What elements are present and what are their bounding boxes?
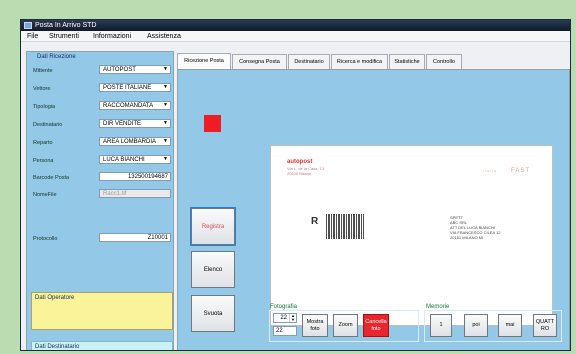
nomefile-input: Racc1.tif bbox=[99, 189, 171, 198]
menu-assistenza[interactable]: Assistenza bbox=[147, 31, 181, 42]
destinatario-combo[interactable]: DIR VENDITE ▼ bbox=[99, 119, 171, 128]
status-indicator bbox=[204, 115, 221, 132]
svuota-button[interactable]: Svuota bbox=[191, 295, 235, 332]
mittente-combo[interactable]: AUTOPOST ▼ bbox=[99, 65, 171, 74]
label-tipologia: Tipologia bbox=[33, 104, 56, 110]
tipologia-combo[interactable]: RACCOMANDATA ▼ bbox=[99, 101, 171, 110]
photo-index-input[interactable]: 22 bbox=[273, 326, 297, 336]
dropdown-arrow-icon[interactable]: ▼ bbox=[162, 102, 169, 109]
memoria-1-button[interactable]: 1 bbox=[430, 314, 452, 337]
operatore-title: Dati Operatore bbox=[35, 295, 75, 301]
postage-stamp: Italia FAST bbox=[483, 168, 530, 174]
dropdown-arrow-icon[interactable]: ▼ bbox=[162, 84, 169, 91]
memoria-poi-button[interactable]: poi bbox=[464, 314, 488, 337]
sender-logo: autopost bbox=[287, 159, 313, 165]
label-destinatario: Destinatario bbox=[33, 122, 63, 128]
barcode-sticker bbox=[326, 214, 364, 239]
memoria-quattro-label: QUATTRO bbox=[535, 318, 555, 332]
memoria-poi-label: poi bbox=[472, 322, 480, 328]
zoom-label: Zoom bbox=[338, 322, 353, 328]
label-mittente: Mittente bbox=[33, 68, 53, 74]
menu-file[interactable]: File bbox=[27, 31, 38, 42]
tab-ricezione-posta[interactable]: Ricezione Posta bbox=[177, 53, 231, 69]
destinatario-value: DIR VENDITE bbox=[103, 121, 142, 127]
label-protocollo: Protocollo bbox=[33, 236, 58, 242]
registered-mark: R bbox=[311, 216, 319, 227]
mostra-foto-button[interactable]: Mostra foto bbox=[302, 314, 328, 337]
memoria-1-label: 1 bbox=[439, 322, 443, 328]
label-vettore: Vettore bbox=[33, 86, 51, 92]
zoom-button[interactable]: Zoom bbox=[333, 314, 358, 337]
menu-informazioni[interactable]: Informazioni bbox=[93, 31, 131, 42]
label-barcode: Barcode Posta bbox=[33, 175, 70, 181]
photo-spinner-value: 22 bbox=[280, 315, 287, 321]
mostra-foto-label: Mostra foto bbox=[306, 318, 324, 332]
elenco-label: Elenco bbox=[203, 267, 223, 273]
operatore-panel: Dati Operatore bbox=[31, 292, 173, 330]
dropdown-arrow-icon[interactable]: ▼ bbox=[162, 66, 169, 73]
elenco-button[interactable]: Elenco bbox=[191, 251, 235, 288]
memoria-mai-label: mai bbox=[505, 322, 515, 328]
tab-controllo[interactable]: Controllo bbox=[426, 54, 462, 69]
recipient-address: SPETT ABC SRL ATT DEL LUCA BIANCHI VIA F… bbox=[450, 215, 500, 240]
stamp-text: FAST bbox=[510, 168, 530, 174]
spinner-arrows-icon[interactable]: ▲ ▼ bbox=[289, 314, 296, 322]
destinatario-panel: Dati Destinatario bbox=[31, 341, 173, 350]
menu-bar: File Strumenti Informazioni Assistenza bbox=[21, 31, 570, 42]
left-panel: Dati Ricezione Mittente AUTOPOST ▼ Vettor… bbox=[26, 51, 174, 350]
tipologia-value: RACCOMANDATA bbox=[103, 103, 154, 109]
svuota-label: Svuota bbox=[203, 311, 223, 317]
window-title: Posta In Arrivo STD bbox=[35, 22, 97, 29]
ricezione-tab-page: Registra Elenco Svuota autopost Via L. d… bbox=[177, 69, 570, 350]
menu-strumenti[interactable]: Strumenti bbox=[49, 31, 79, 42]
envelope-image: autopost Via L. de la Casa, 13 20100 Mil… bbox=[270, 145, 553, 326]
dropdown-arrow-icon[interactable]: ▼ bbox=[162, 120, 169, 127]
barcode-input[interactable]: 132500194687 bbox=[99, 172, 171, 181]
photo-spinner[interactable]: 22 ▲ ▼ bbox=[273, 313, 297, 323]
dropdown-arrow-icon[interactable]: ▼ bbox=[162, 138, 169, 145]
label-persona: Persona bbox=[33, 158, 54, 164]
dropdown-arrow-icon[interactable]: ▼ bbox=[162, 156, 169, 163]
protocollo-input[interactable]: Z10001 bbox=[99, 233, 171, 242]
app-icon bbox=[24, 22, 32, 29]
registra-label: Registra bbox=[201, 224, 225, 230]
ricezione-title: Dati Ricezione bbox=[37, 54, 76, 60]
label-nomefile: NomeFile bbox=[33, 192, 57, 198]
tab-destinatario[interactable]: Destinatario bbox=[288, 54, 330, 69]
destinatario-title: Dati Destinatario bbox=[35, 344, 80, 350]
vettore-value: POSTE ITALIANE bbox=[103, 85, 152, 91]
sender-line: 20100 Milano bbox=[287, 171, 312, 176]
tab-statistiche[interactable]: Statistiche bbox=[389, 54, 425, 69]
registra-button[interactable]: Registra bbox=[190, 207, 236, 246]
main-window: Posta In Arrivo STD File Strumenti Infor… bbox=[20, 19, 571, 351]
persona-value: LUCA BIANCHI bbox=[103, 157, 145, 163]
stamp-small-text: Italia bbox=[482, 168, 497, 173]
tab-ricerca-modifica[interactable]: Ricerca e modifica bbox=[331, 54, 388, 69]
vettore-combo[interactable]: POSTE ITALIANE ▼ bbox=[99, 83, 171, 92]
mittente-value: AUTOPOST bbox=[103, 67, 136, 73]
memoria-quattro-button[interactable]: QUATTRO bbox=[533, 314, 557, 337]
reparto-combo[interactable]: AREA LOMBARDIA ▼ bbox=[99, 137, 171, 146]
title-bar: Posta In Arrivo STD bbox=[21, 20, 570, 31]
label-reparto: Reparto bbox=[33, 140, 53, 146]
tab-consegna-posta[interactable]: Consegna Posta bbox=[232, 54, 287, 69]
cancella-foto-label: Cancella foto bbox=[365, 318, 387, 332]
recipient-line: 20151 MILANO MI bbox=[450, 235, 484, 240]
sender-address: Via L. de la Casa, 13 20100 Milano bbox=[287, 166, 324, 176]
cancella-foto-button[interactable]: Cancella foto bbox=[363, 314, 389, 337]
reparto-value: AREA LOMBARDIA bbox=[103, 139, 157, 145]
memoria-mai-button[interactable]: mai bbox=[498, 314, 522, 337]
persona-combo[interactable]: LUCA BIANCHI ▼ bbox=[99, 155, 171, 164]
